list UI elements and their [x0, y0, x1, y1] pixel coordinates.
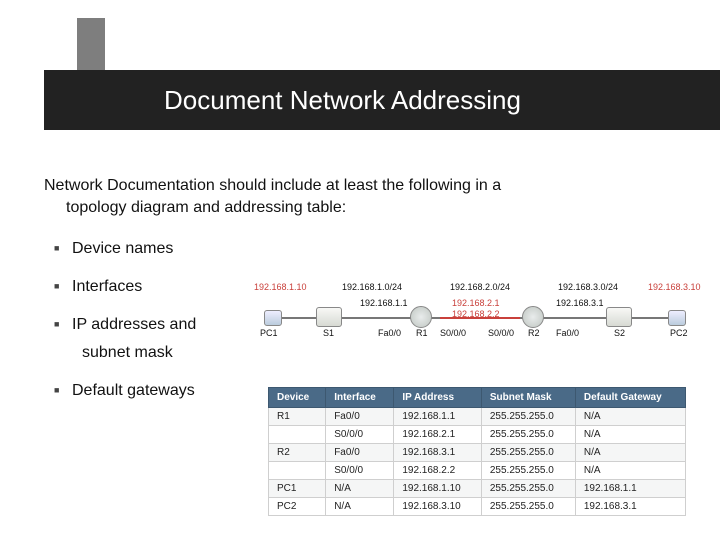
table-cell: PC1 — [269, 480, 326, 498]
table-cell: 192.168.2.2 — [394, 462, 482, 480]
switch-s2-icon — [606, 307, 632, 327]
serial-link — [440, 317, 520, 319]
table-cell: 255.255.255.0 — [481, 462, 575, 480]
accent-bar — [77, 18, 105, 70]
th-interface: Interface — [326, 388, 394, 408]
pc2-label: PC2 — [670, 328, 688, 338]
table-cell: S0/0/0 — [326, 426, 394, 444]
intro-line-1: Network Documentation should include at … — [44, 175, 646, 197]
lan2-ip-label: 192.168.3.1 — [556, 298, 604, 308]
net2-label: 192.168.2.0/24 — [450, 282, 510, 292]
table-row: S0/0/0192.168.2.2255.255.255.0N/A — [269, 462, 686, 480]
table-cell: 192.168.3.1 — [394, 444, 482, 462]
s000a-label: S0/0/0 — [440, 328, 466, 338]
table-cell: 255.255.255.0 — [481, 480, 575, 498]
intro-text: Network Documentation should include at … — [44, 175, 676, 218]
table-cell: 255.255.255.0 — [481, 408, 575, 426]
s2-label: S2 — [614, 328, 625, 338]
lan1-ip-label: 192.168.1.1 — [360, 298, 408, 308]
router-r1-icon — [410, 306, 432, 328]
bullet-sub: subnet mask — [54, 344, 676, 362]
table-header-row: Device Interface IP Address Subnet Mask … — [269, 388, 686, 408]
r1-label: R1 — [416, 328, 428, 338]
fa00b-label: Fa0/0 — [556, 328, 579, 338]
pc1-ip-label: 192.168.1.10 — [254, 282, 307, 292]
s1-label: S1 — [323, 328, 334, 338]
intro-line-2: topology diagram and addressing table: — [44, 197, 646, 219]
th-gateway: Default Gateway — [575, 388, 685, 408]
table-cell: N/A — [326, 498, 394, 516]
table-cell: 192.168.1.1 — [394, 408, 482, 426]
table-row: PC1N/A192.168.1.10255.255.255.0192.168.1… — [269, 480, 686, 498]
router-r2-icon — [522, 306, 544, 328]
table-cell: N/A — [326, 480, 394, 498]
table-cell — [269, 426, 326, 444]
th-mask: Subnet Mask — [481, 388, 575, 408]
table-cell: Fa0/0 — [326, 408, 394, 426]
table-cell: 192.168.3.1 — [575, 498, 685, 516]
table-cell: 192.168.3.10 — [394, 498, 482, 516]
pc1-label: PC1 — [260, 328, 278, 338]
table-cell: Fa0/0 — [326, 444, 394, 462]
pc1-icon — [264, 310, 282, 326]
table-row: R1Fa0/0192.168.1.1255.255.255.0N/A — [269, 408, 686, 426]
table-cell: 255.255.255.0 — [481, 426, 575, 444]
table-cell: R1 — [269, 408, 326, 426]
topology-diagram: 192.168.1.10 192.168.1.0/24 192.168.2.0/… — [260, 282, 690, 342]
bullet-item: Device names — [54, 240, 676, 258]
table-cell: 192.168.2.1 — [394, 426, 482, 444]
table-cell: N/A — [575, 408, 685, 426]
title-band: Document Network Addressing — [44, 70, 720, 130]
switch-s1-icon — [316, 307, 342, 327]
table-cell: PC2 — [269, 498, 326, 516]
r2-label: R2 — [528, 328, 540, 338]
th-device: Device — [269, 388, 326, 408]
table-cell: N/A — [575, 426, 685, 444]
s000b-label: S0/0/0 — [488, 328, 514, 338]
fa00a-label: Fa0/0 — [378, 328, 401, 338]
table-cell: 192.168.1.10 — [394, 480, 482, 498]
page-title: Document Network Addressing — [164, 85, 521, 116]
table-cell: 255.255.255.0 — [481, 498, 575, 516]
addressing-table: Device Interface IP Address Subnet Mask … — [268, 387, 686, 516]
net1-label: 192.168.1.0/24 — [342, 282, 402, 292]
wan1-ip-label: 192.168.2.1 — [452, 298, 500, 308]
pc2-icon — [668, 310, 686, 326]
table-cell: S0/0/0 — [326, 462, 394, 480]
th-ip: IP Address — [394, 388, 482, 408]
table-cell: 255.255.255.0 — [481, 444, 575, 462]
table-row: S0/0/0192.168.2.1255.255.255.0N/A — [269, 426, 686, 444]
table-cell: N/A — [575, 462, 685, 480]
table-cell: R2 — [269, 444, 326, 462]
table-cell: 192.168.1.1 — [575, 480, 685, 498]
table-cell — [269, 462, 326, 480]
pc2-ip-label: 192.168.3.10 — [648, 282, 701, 292]
table-cell: N/A — [575, 444, 685, 462]
table-row: PC2N/A192.168.3.10255.255.255.0192.168.3… — [269, 498, 686, 516]
net3-label: 192.168.3.0/24 — [558, 282, 618, 292]
table-row: R2Fa0/0192.168.3.1255.255.255.0N/A — [269, 444, 686, 462]
